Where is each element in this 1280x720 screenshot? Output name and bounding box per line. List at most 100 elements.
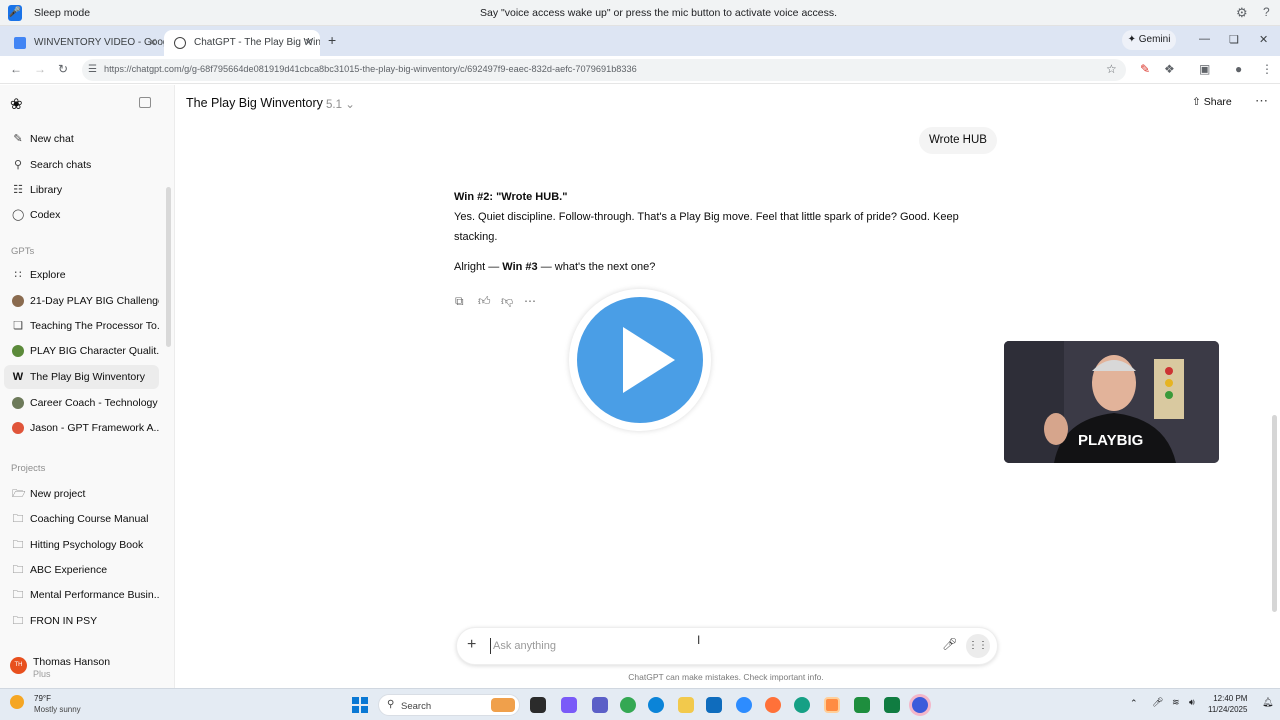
- add-attachment-icon[interactable]: +: [467, 636, 476, 654]
- windows-start-icon[interactable]: [352, 697, 368, 713]
- pen-extension-icon[interactable]: ✎: [1140, 62, 1150, 76]
- sidebar-item-explore[interactable]: ∷ Explore: [4, 263, 159, 287]
- volume-icon[interactable]: 🔊︎: [1189, 697, 1195, 708]
- sidepanel-icon[interactable]: ▣: [1199, 62, 1210, 76]
- back-icon[interactable]: ←: [10, 62, 22, 76]
- outlook-icon[interactable]: [706, 697, 722, 713]
- sidebar-item-project[interactable]: 🗀 Mental Performance Busin...: [4, 583, 160, 607]
- app-icon[interactable]: [794, 697, 810, 713]
- sidebar-item-play-big-character[interactable]: PLAY BIG Character Qualit...: [4, 339, 159, 363]
- w-logo-icon: W: [12, 371, 24, 383]
- firefox-icon[interactable]: [765, 697, 781, 713]
- excel-icon[interactable]: [884, 697, 900, 713]
- cube-icon: ❏: [13, 320, 23, 332]
- profile-icon[interactable]: ●: [1235, 62, 1242, 76]
- user-account[interactable]: TH Thomas Hanson Plus: [0, 653, 175, 688]
- sidebar-item-library[interactable]: ☷ Library: [4, 178, 159, 202]
- screen-recorder-icon[interactable]: [912, 697, 928, 713]
- sidebar-item-search-chats[interactable]: ⚲ Search chats: [4, 153, 159, 177]
- minimize-icon[interactable]: —: [1199, 33, 1210, 45]
- task-view-icon[interactable]: [530, 697, 546, 713]
- voice-mode-button[interactable]: ⋮⋮: [966, 634, 990, 658]
- sidebar-item-jason-gpt[interactable]: Jason - GPT Framework A...: [4, 416, 159, 440]
- close-window-icon[interactable]: ✕: [1259, 33, 1268, 46]
- tab-title: ChatGPT - The Play Big Winvent: [194, 37, 320, 48]
- tab-winventory-video[interactable]: WINVENTORY VIDEO - Google ✕: [4, 30, 164, 56]
- new-tab-icon[interactable]: +: [328, 32, 336, 48]
- file-explorer-icon[interactable]: [678, 697, 694, 713]
- voice-access-mic-button[interactable]: 🎤: [8, 5, 22, 21]
- notification-icon[interactable]: 🔔︎: [1262, 697, 1273, 708]
- reload-icon[interactable]: ↻: [58, 62, 68, 76]
- openai-logo-icon[interactable]: ❀: [10, 95, 23, 113]
- assistant-reply: Win #2: "Wrote HUB." Yes. Quiet discipli…: [454, 187, 994, 277]
- more-options-icon[interactable]: ⋯: [1255, 93, 1268, 109]
- sidebar-item-new-chat[interactable]: ✎ New chat: [4, 127, 159, 151]
- mic-tray-icon[interactable]: 🎤︎: [1152, 697, 1163, 708]
- share-button[interactable]: ⇧ Share: [1192, 96, 1232, 108]
- taskbar-search[interactable]: ⚲ Search: [378, 694, 520, 716]
- followup-prefix: Alright —: [454, 261, 503, 273]
- url-text[interactable]: https://chatgpt.com/g/g-68f795664de08191…: [104, 64, 637, 74]
- sidebar-item-codex[interactable]: ◯ Codex: [4, 203, 159, 227]
- teams-icon[interactable]: [592, 697, 608, 713]
- sidebar-item-project[interactable]: 🗀 FRON IN PSY: [4, 609, 159, 633]
- sidebar-item-label: Hitting Psychology Book: [30, 539, 144, 551]
- sidebar-item-project[interactable]: 🗀 ABC Experience: [4, 558, 159, 582]
- zoom-icon[interactable]: [736, 697, 752, 713]
- microphone-icon[interactable]: 🎤︎: [942, 637, 957, 651]
- copy-icon[interactable]: ⧉: [455, 294, 464, 309]
- user-message: Wrote HUB: [919, 127, 997, 154]
- sheets-icon[interactable]: [854, 697, 870, 713]
- thumbs-down-icon[interactable]: 👎︎: [501, 294, 513, 309]
- forward-icon[interactable]: →: [34, 62, 46, 76]
- copilot-icon[interactable]: [561, 697, 577, 713]
- star-icon[interactable]: ☆: [1106, 62, 1117, 76]
- close-icon[interactable]: ✕: [148, 30, 157, 56]
- voice-access-message: Say "voice access wake up" or press the …: [480, 7, 838, 19]
- model-selector[interactable]: 5.1 ⌄: [326, 97, 355, 111]
- video-play-button[interactable]: [569, 289, 711, 431]
- sidebar-item-career-coach[interactable]: Career Coach - Technology: [4, 391, 159, 415]
- clock[interactable]: 12:40 PM 11/24/2025: [1208, 693, 1247, 715]
- sidebar-item-21-day-challenge[interactable]: 21-Day PLAY BIG Challenge: [4, 289, 159, 313]
- followup-bold: Win #3: [502, 261, 538, 273]
- help-icon[interactable]: ?: [1263, 5, 1270, 19]
- sidebar-item-new-project[interactable]: 🗁 New project: [4, 482, 159, 506]
- close-icon[interactable]: ✕: [304, 30, 313, 56]
- site-info-icon[interactable]: ☰: [88, 64, 97, 75]
- gpt-title-button[interactable]: The Play Big Winventory: [186, 96, 323, 110]
- voice-access-bar: 🎤 Sleep mode Say "voice access wake up" …: [0, 0, 1280, 26]
- gear-icon[interactable]: ⚙: [1236, 5, 1248, 21]
- gpt-avatar: [12, 422, 24, 434]
- menu-icon[interactable]: ⋮: [1261, 62, 1273, 76]
- sidebar-item-project[interactable]: 🗀 Hitting Psychology Book: [4, 533, 159, 557]
- thumbs-up-icon[interactable]: 👍︎: [478, 294, 491, 309]
- library-icon: ☷: [13, 184, 23, 196]
- more-actions-icon[interactable]: ⋯: [524, 294, 536, 308]
- browser-tab-bar: WINVENTORY VIDEO - Google ✕ ChatGPT - Th…: [0, 26, 1280, 56]
- search-icon: ⚲: [13, 159, 23, 171]
- tab-chatgpt[interactable]: ChatGPT - The Play Big Winvent ✕: [164, 30, 320, 56]
- reply-heading: Win #2: "Wrote HUB.": [454, 191, 568, 203]
- tray-overflow-icon[interactable]: ⌃: [1130, 698, 1138, 709]
- recording-app-icon[interactable]: [824, 697, 840, 713]
- sidebar-item-teaching-processor[interactable]: ❏ Teaching The Processor To...: [4, 314, 159, 338]
- wifi-icon[interactable]: ≋: [1172, 697, 1180, 708]
- collapse-sidebar-icon[interactable]: [139, 97, 151, 108]
- gemini-button[interactable]: ✦ Gemini: [1122, 30, 1176, 50]
- chrome-icon[interactable]: [620, 697, 636, 713]
- taskbar-search-label: Search: [401, 701, 432, 712]
- extensions-icon[interactable]: ❖: [1164, 62, 1175, 76]
- sidebar-scrollbar[interactable]: [166, 187, 171, 347]
- main-scrollbar[interactable]: [1272, 415, 1277, 612]
- sidebar-item-project[interactable]: 🗀 Coaching Course Manual: [4, 507, 159, 531]
- sidebar-item-play-big-winventory[interactable]: W The Play Big Winventory: [4, 365, 159, 389]
- restore-icon[interactable]: ❏: [1229, 33, 1239, 46]
- sidebar-item-label: New project: [30, 488, 86, 500]
- gemini-label: Gemini: [1138, 34, 1171, 45]
- edge-icon[interactable]: [648, 697, 664, 713]
- i-beam-cursor-icon: I: [697, 633, 701, 647]
- share-icon: ⇧: [1192, 96, 1201, 108]
- sidebar-item-label: FRON IN PSY: [30, 615, 98, 627]
